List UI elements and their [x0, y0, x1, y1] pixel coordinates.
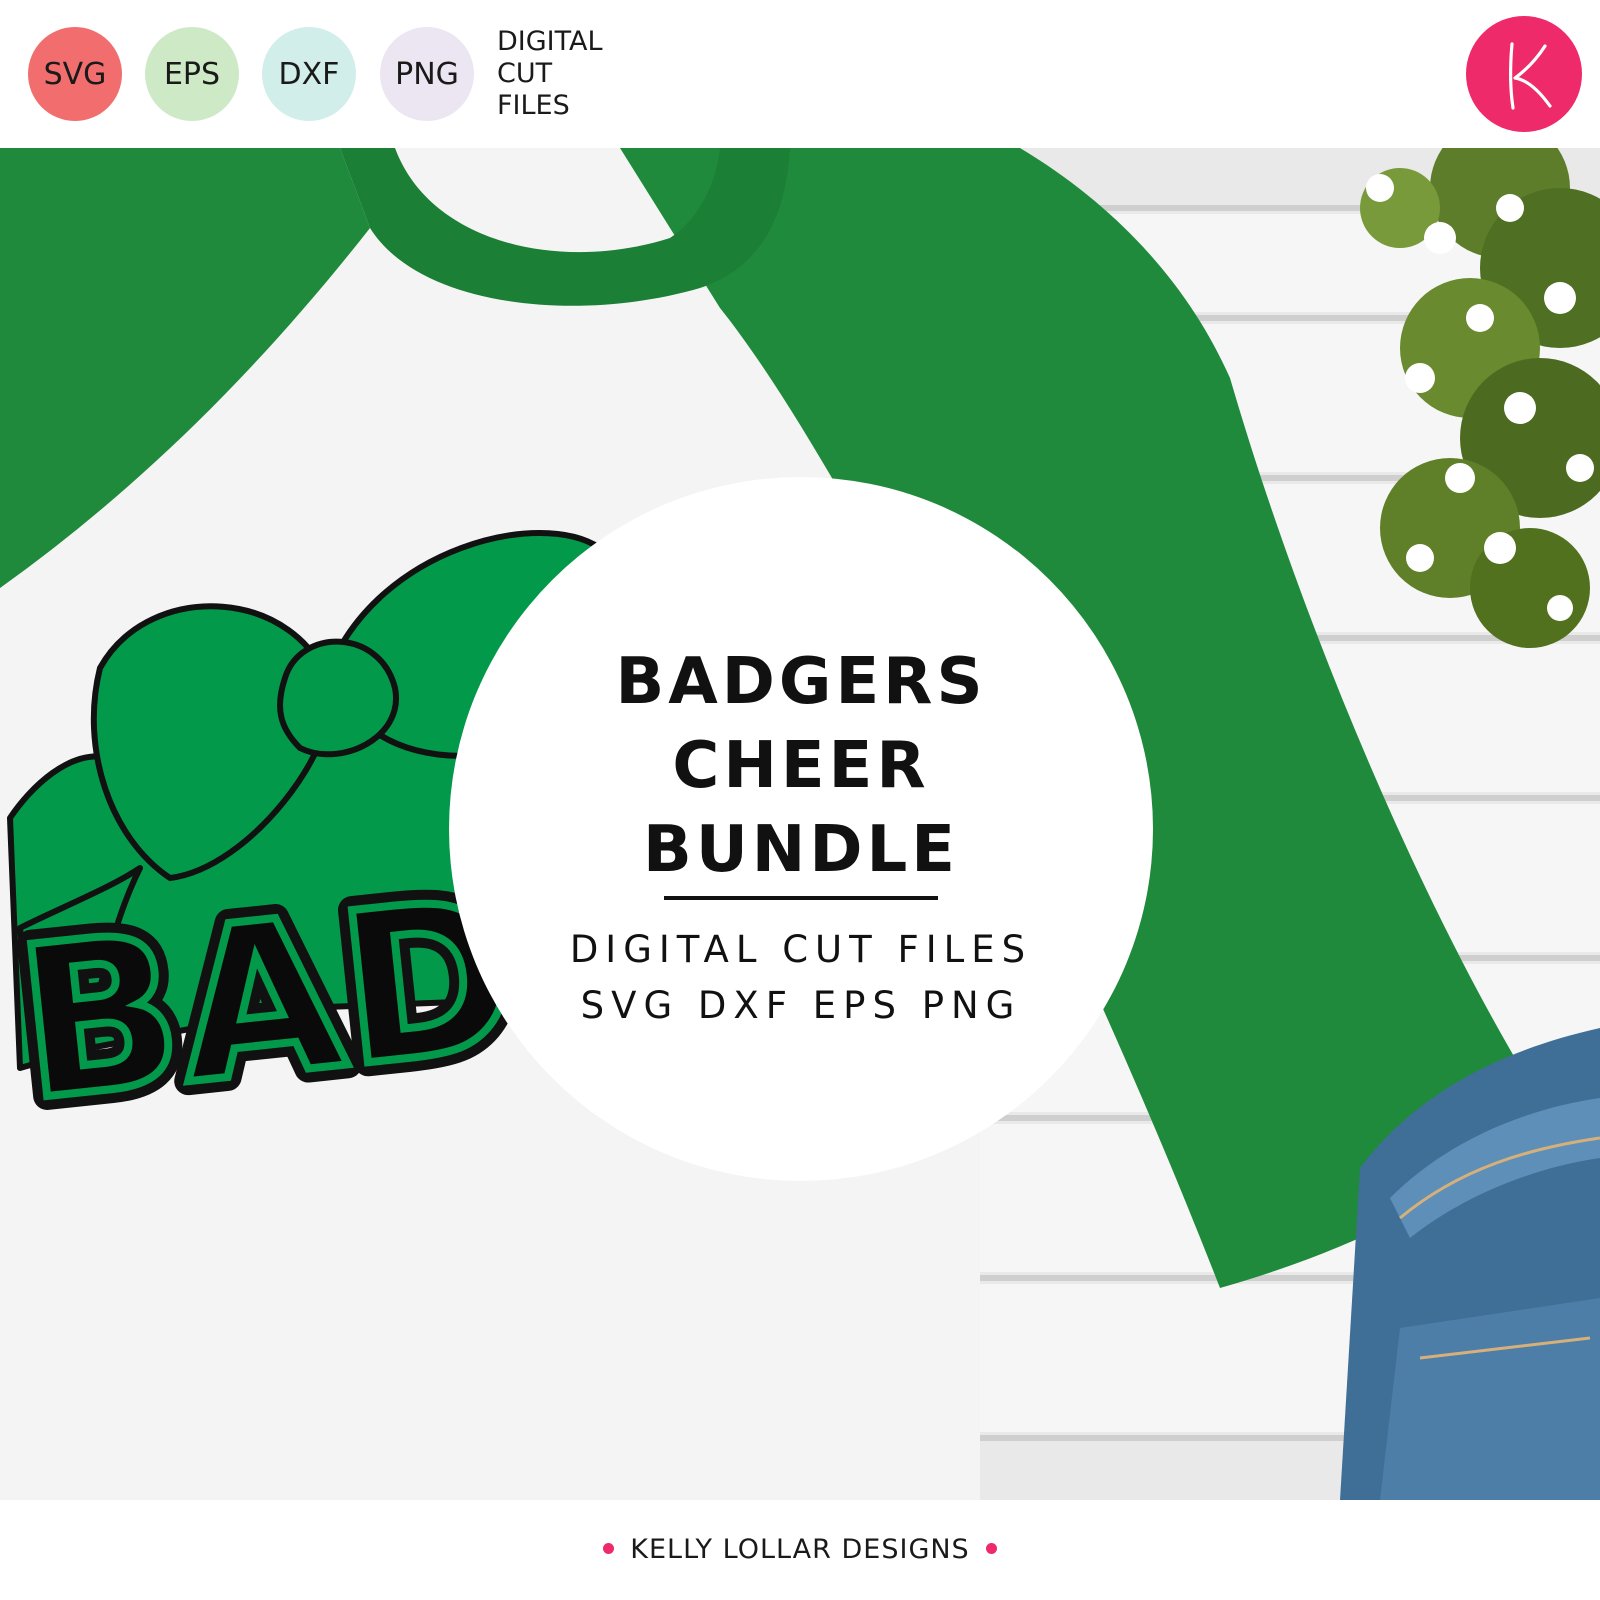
title-line-bundle: BUNDLE: [643, 813, 959, 887]
title-divider: [664, 896, 938, 900]
png-badge-label: PNG: [395, 56, 459, 92]
caption-line-digital: DIGITAL: [497, 26, 603, 57]
format-caption: DIGITAL CUT FILES: [497, 26, 657, 122]
brand-logo: [1466, 16, 1582, 132]
caption-line-cut: CUT: [497, 58, 553, 89]
dxf-badge-label: DXF: [278, 56, 340, 92]
subtitle-file-formats: SVG DXF EPS PNG: [580, 984, 1022, 1027]
eps-format-badge: EPS: [145, 27, 239, 121]
dxf-format-badge: DXF: [262, 27, 356, 121]
right-dot-icon: [985, 1543, 997, 1554]
header-bar: SVG EPS DXF PNG DIGITAL CUT FILES: [0, 0, 1600, 148]
png-format-badge: PNG: [380, 27, 474, 121]
footer-credit-text: KELLY LOLLAR DESIGNS: [630, 1534, 970, 1565]
caption-line-files: FILES: [497, 90, 570, 121]
subtitle-digital-cut-files: DIGITAL CUT FILES: [569, 928, 1033, 971]
k-monogram-icon: [1509, 42, 1552, 110]
title-line-cheer: CHEER: [672, 729, 930, 803]
svg-badge-label: SVG: [43, 56, 107, 92]
footer-credit: KELLY LOLLAR DESIGNS: [0, 1534, 1600, 1565]
title-line-badgers: BADGERS: [615, 645, 987, 719]
title-block: BADGERS CHEER BUNDLE DIGITAL CUT FILES S…: [449, 640, 1153, 1034]
footer-bar: KELLY LOLLAR DESIGNS: [0, 1500, 1600, 1600]
svg-format-badge: SVG: [28, 27, 122, 121]
left-dot-icon: [603, 1543, 615, 1554]
eps-badge-label: EPS: [163, 56, 221, 92]
